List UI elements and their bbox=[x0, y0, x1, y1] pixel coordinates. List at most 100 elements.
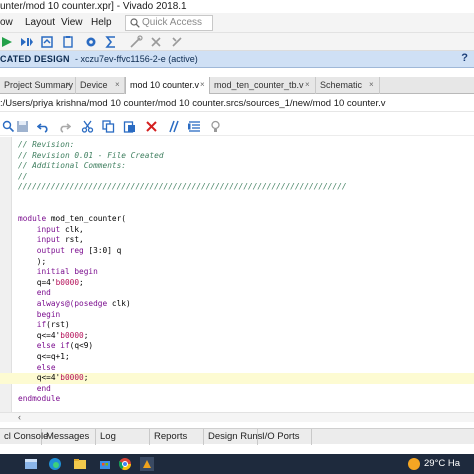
scroll-left-icon[interactable]: ‹ bbox=[18, 412, 21, 422]
save-icon[interactable] bbox=[16, 120, 29, 133]
help-icon[interactable]: ? bbox=[461, 52, 468, 64]
cut-icon[interactable] bbox=[81, 120, 94, 133]
weather-widget[interactable]: 29°C Ha bbox=[408, 458, 474, 471]
code-line[interactable]: // Additional Comments: bbox=[0, 161, 474, 172]
tab-tcl-console[interactable]: cl Console bbox=[0, 429, 48, 445]
code-line[interactable]: // Revision 0.01 - File Created bbox=[0, 151, 474, 162]
relaunch-icon[interactable] bbox=[40, 35, 54, 49]
tab-close-icon[interactable]: × bbox=[369, 77, 374, 93]
sigma-icon[interactable] bbox=[104, 35, 118, 49]
code-line[interactable] bbox=[0, 193, 474, 204]
tab-label: mod_ten_counter_tb.v bbox=[214, 80, 304, 90]
tab-close-icon[interactable]: × bbox=[305, 77, 310, 93]
tab-reports[interactable]: Reports bbox=[150, 429, 204, 445]
tab-io-ports[interactable]: I/O Ports bbox=[258, 429, 312, 445]
sun-icon bbox=[408, 458, 420, 470]
code-line[interactable]: ////////////////////////////////////////… bbox=[0, 182, 474, 193]
file-path-bar: :/Users/priya krishna/mod 10 counter/mod… bbox=[0, 95, 474, 112]
vivado-icon[interactable] bbox=[140, 457, 154, 471]
horizontal-scrollbar[interactable]: ‹ bbox=[0, 412, 474, 422]
code-editor[interactable]: // Revision:// Revision 0.01 - File Crea… bbox=[0, 137, 474, 420]
code-token: b0000 bbox=[55, 277, 80, 287]
run-icon[interactable] bbox=[0, 35, 14, 49]
code-token: // Revision 0.01 - File Created bbox=[18, 150, 164, 160]
code-line[interactable]: input clk, bbox=[0, 225, 474, 236]
tab-label: Device bbox=[80, 80, 108, 90]
taskbar-app-icon[interactable] bbox=[24, 457, 38, 471]
code-line[interactable]: if(rst) bbox=[0, 320, 474, 331]
code-line[interactable]: end bbox=[0, 288, 474, 299]
code-line[interactable]: ); bbox=[0, 257, 474, 268]
code-line[interactable]: q<=4'b0000; bbox=[0, 373, 474, 384]
window-title-bar: unter/mod 10 counter.xpr] - Vivado 2018.… bbox=[0, 0, 474, 13]
cancel-tools-icon[interactable] bbox=[149, 35, 163, 49]
tab-device[interactable]: Device × bbox=[76, 77, 125, 94]
lightbulb-icon[interactable] bbox=[209, 120, 222, 133]
tools-icon[interactable] bbox=[129, 35, 143, 49]
tab-close-icon[interactable]: × bbox=[66, 77, 71, 93]
code-token: mod_ten_counter( bbox=[46, 214, 126, 224]
code-token: q=4' bbox=[18, 277, 56, 287]
clipboard-icon[interactable] bbox=[61, 35, 75, 49]
tab-messages[interactable]: Messages bbox=[42, 429, 96, 445]
code-line[interactable]: end bbox=[0, 384, 474, 395]
paste-icon[interactable] bbox=[123, 120, 136, 133]
redo-icon[interactable] bbox=[58, 120, 71, 133]
step-icon[interactable] bbox=[20, 35, 34, 49]
code-line[interactable]: endmodule bbox=[0, 394, 474, 405]
undo-icon[interactable] bbox=[37, 120, 50, 133]
edge-icon[interactable] bbox=[48, 457, 62, 471]
search-icon bbox=[130, 18, 140, 28]
store-icon[interactable] bbox=[98, 457, 112, 471]
tab-mod-10-counter[interactable]: mod 10 counter.v × bbox=[125, 77, 210, 94]
code-token: b0000 bbox=[60, 373, 84, 383]
settings-icon[interactable] bbox=[84, 35, 98, 49]
menu-help[interactable]: Help bbox=[91, 17, 112, 29]
code-line[interactable]: module mod_ten_counter( bbox=[0, 214, 474, 225]
code-text: q=4'b0000; bbox=[18, 278, 84, 289]
menu-window[interactable]: ow bbox=[0, 17, 13, 29]
code-line[interactable] bbox=[0, 204, 474, 215]
tab-project-summary[interactable]: Project Summary × bbox=[0, 77, 76, 94]
editor-toolbar bbox=[0, 116, 474, 136]
code-token: q<=4' bbox=[18, 373, 61, 383]
tab-close-icon[interactable]: × bbox=[115, 77, 120, 93]
code-line[interactable]: else bbox=[0, 363, 474, 374]
code-line[interactable]: // Revision: bbox=[0, 140, 474, 151]
code-line[interactable]: always@(posedge clk) bbox=[0, 299, 474, 310]
code-line[interactable]: else if(q<9) bbox=[0, 341, 474, 352]
code-line[interactable]: // bbox=[0, 172, 474, 183]
delete-icon[interactable] bbox=[145, 120, 158, 133]
format-icon[interactable] bbox=[188, 120, 201, 133]
tab-design-runs[interactable]: Design Runs bbox=[204, 429, 262, 445]
tab-schematic[interactable]: Schematic × bbox=[316, 77, 380, 94]
chrome-icon[interactable] bbox=[118, 457, 132, 471]
code-line[interactable]: begin bbox=[0, 310, 474, 321]
code-token: q<=q+1; bbox=[18, 352, 70, 361]
code-token: end bbox=[36, 288, 51, 298]
tab-log[interactable]: Log bbox=[96, 429, 150, 445]
toggle-comment-icon[interactable] bbox=[167, 120, 180, 133]
copy-icon[interactable] bbox=[102, 120, 115, 133]
menu-view[interactable]: View bbox=[61, 17, 83, 29]
code-line[interactable]: input rst, bbox=[0, 235, 474, 246]
code-line[interactable]: output reg [3:0] q bbox=[0, 246, 474, 257]
code-text: input clk, bbox=[18, 225, 84, 236]
code-line[interactable]: initial begin bbox=[0, 267, 474, 278]
code-line[interactable]: q=4'b0000; bbox=[0, 278, 474, 289]
code-text: input rst, bbox=[18, 235, 84, 246]
tab-close-icon[interactable]: × bbox=[200, 77, 205, 93]
menu-layout[interactable]: Layout bbox=[25, 17, 55, 29]
disabled-tool-icon[interactable] bbox=[170, 35, 184, 49]
code-line[interactable]: q<=4'b0000; bbox=[0, 331, 474, 342]
search-icon[interactable] bbox=[2, 120, 15, 133]
quick-access-search[interactable]: Quick Access bbox=[125, 15, 213, 31]
file-explorer-icon[interactable] bbox=[73, 457, 87, 471]
code-token: (rst) bbox=[46, 320, 70, 330]
code-text: endmodule bbox=[18, 394, 60, 405]
tab-mod-ten-counter-tb[interactable]: mod_ten_counter_tb.v × bbox=[210, 77, 316, 94]
code-line[interactable]: q<=q+1; bbox=[0, 352, 474, 363]
